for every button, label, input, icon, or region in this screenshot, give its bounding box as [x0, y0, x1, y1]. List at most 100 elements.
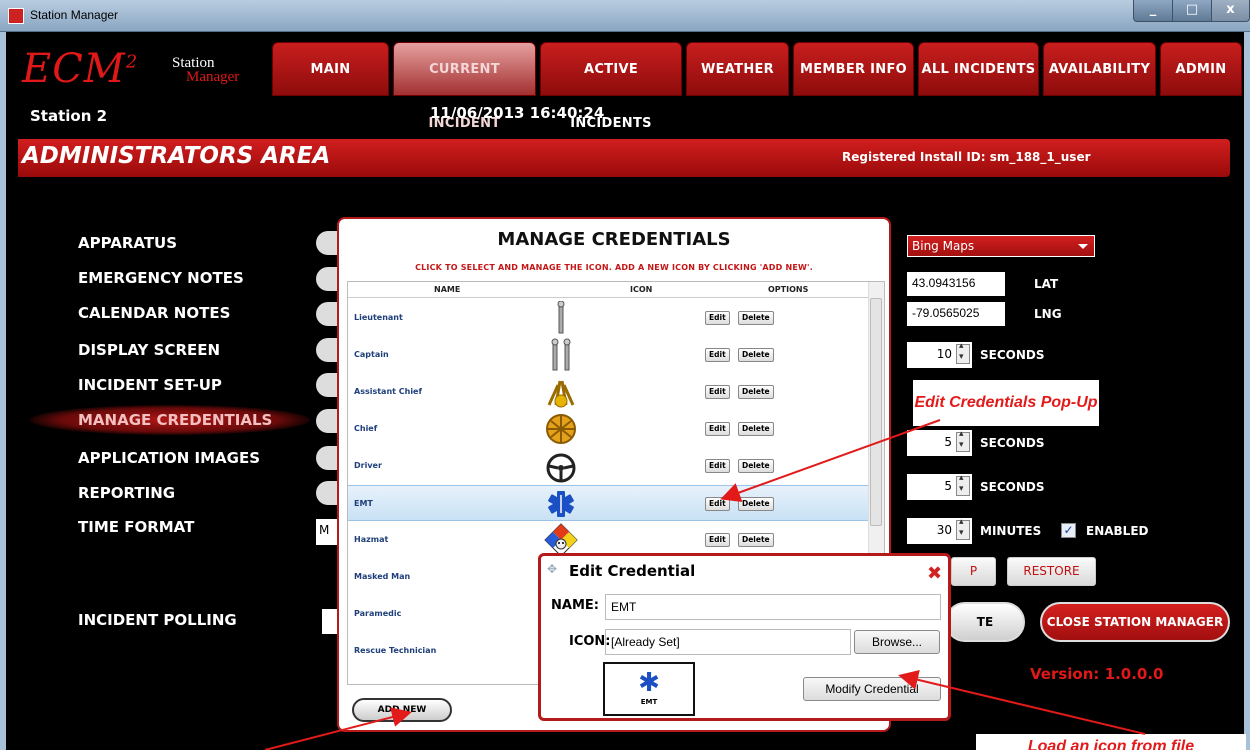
- icon-path-field[interactable]: [Already Set]: [605, 629, 851, 655]
- menu-emergency-notes[interactable]: EMERGENCY NOTES: [78, 269, 244, 287]
- maximize-button[interactable]: □: [1172, 0, 1212, 22]
- credential-name: EMT: [354, 499, 373, 508]
- menu-incident-setup[interactable]: INCIDENT SET-UP: [78, 376, 222, 394]
- credential-name: Masked Man: [354, 572, 411, 581]
- edit-button[interactable]: Edit: [705, 348, 730, 362]
- menu-display-screen[interactable]: DISPLAY SCREEN: [78, 341, 220, 359]
- stepper-arrows-icon[interactable]: [956, 473, 970, 496]
- menu-reporting[interactable]: REPORTING: [78, 484, 175, 502]
- current-datetime: 11/06/2013 16:40:24: [430, 104, 605, 122]
- table-row[interactable]: Lieutenant Edit Delete: [348, 300, 870, 336]
- star-of-life-icon: [548, 491, 574, 517]
- minutes-stepper[interactable]: 30: [907, 517, 972, 544]
- edit-button[interactable]: Edit: [705, 311, 730, 325]
- menu-time-format[interactable]: TIME FORMAT: [78, 518, 194, 536]
- column-options: OPTIONS: [768, 285, 809, 294]
- edit-button[interactable]: Edit: [705, 533, 730, 547]
- delete-button[interactable]: Delete: [738, 385, 774, 399]
- name-field[interactable]: EMT: [605, 594, 941, 620]
- two-bars-icon: [551, 338, 571, 371]
- credential-name: Lieutenant: [354, 313, 403, 322]
- modify-credential-button[interactable]: Modify Credential: [803, 677, 941, 701]
- enabled-checkbox[interactable]: ✓: [1061, 523, 1076, 538]
- menu-toggle-knob[interactable]: [316, 267, 338, 291]
- table-row[interactable]: Assistant Chief Edit Delete: [348, 374, 870, 410]
- delete-button[interactable]: Delete: [738, 533, 774, 547]
- edit-button[interactable]: Edit: [705, 459, 730, 473]
- tab-member-info[interactable]: MEMBER INFO: [793, 42, 914, 96]
- longitude-field[interactable]: -79.0565025: [907, 302, 1005, 326]
- close-window-button[interactable]: x: [1211, 0, 1250, 22]
- map-provider-select[interactable]: Bing Maps: [907, 235, 1095, 257]
- menu-toggle-knob[interactable]: [316, 231, 338, 255]
- edit-button[interactable]: Edit: [705, 385, 730, 399]
- title-bar: Station Manager _ □ x: [0, 0, 1250, 32]
- stepper-arrows-icon[interactable]: [956, 517, 970, 540]
- seconds-label: SECONDS: [980, 436, 1045, 450]
- table-row[interactable]: Driver Edit Delete: [348, 448, 870, 484]
- name-label: NAME:: [551, 598, 599, 613]
- menu-toggle-knob[interactable]: [316, 409, 338, 433]
- scrollbar-thumb[interactable]: [870, 298, 882, 526]
- menu-toggle-knob[interactable]: [316, 338, 338, 362]
- logo-text: ECM: [22, 46, 126, 92]
- browse-button[interactable]: Browse...: [854, 630, 940, 654]
- edit-button[interactable]: Edit: [705, 497, 730, 511]
- menu-toggle-knob[interactable]: [316, 446, 338, 470]
- move-handle-icon[interactable]: ✥: [547, 562, 557, 576]
- latitude-field[interactable]: 43.0943156: [907, 272, 1005, 296]
- credential-name: Paramedic: [354, 609, 402, 618]
- incident-polling-input[interactable]: [322, 609, 338, 634]
- close-station-manager-button[interactable]: CLOSE STATION MANAGER: [1040, 602, 1230, 642]
- menu-application-images[interactable]: APPLICATION IMAGES: [78, 449, 260, 467]
- five-horns-icon: [546, 414, 576, 444]
- restore-button[interactable]: RESTORE: [1007, 557, 1096, 586]
- tab-current-incident[interactable]: CURRENT INCIDENT: [393, 42, 536, 131]
- seconds-stepper[interactable]: 10: [907, 341, 972, 368]
- delete-button[interactable]: Delete: [738, 422, 774, 436]
- time-format-select[interactable]: M: [316, 519, 338, 545]
- table-row[interactable]: EMT Edit Delete: [348, 485, 870, 521]
- tab-availability[interactable]: AVAILABILITY: [1043, 42, 1156, 96]
- menu-apparatus[interactable]: APPARATUS: [78, 234, 177, 252]
- menu-toggle-knob[interactable]: [316, 373, 338, 397]
- edit-credential-popup: ✥ Edit Credential ✖ NAME: EMT ICON: [Alr…: [538, 553, 951, 721]
- stepper-arrows-icon[interactable]: [956, 429, 970, 452]
- stepper-arrows-icon[interactable]: [956, 341, 970, 364]
- close-icon[interactable]: ✖: [927, 563, 942, 584]
- backup-button[interactable]: P: [951, 557, 996, 586]
- station-name: Station 2: [30, 107, 108, 125]
- delete-button[interactable]: Delete: [738, 311, 774, 325]
- menu-toggle-knob[interactable]: [316, 481, 338, 505]
- seconds-stepper[interactable]: 5: [907, 429, 972, 456]
- seconds-label: SECONDS: [980, 348, 1045, 362]
- seconds-stepper[interactable]: 5: [907, 473, 972, 500]
- preview-caption: EMT: [640, 698, 658, 706]
- lat-label: LAT: [1034, 277, 1059, 291]
- chevron-down-icon: [1078, 244, 1088, 249]
- update-button[interactable]: TE: [945, 602, 1025, 642]
- menu-toggle-knob[interactable]: [316, 302, 338, 326]
- tab-main[interactable]: MAIN: [272, 42, 389, 96]
- tab-admin[interactable]: ADMIN: [1160, 42, 1242, 96]
- map-provider-value: Bing Maps: [912, 239, 975, 253]
- tab-weather[interactable]: WEATHER: [686, 42, 789, 96]
- table-row[interactable]: Chief Edit Delete: [348, 411, 870, 447]
- delete-button[interactable]: Delete: [738, 459, 774, 473]
- stepper-value: 30: [936, 523, 952, 537]
- hazmat-skull-icon: [544, 523, 578, 557]
- delete-button[interactable]: Delete: [738, 348, 774, 362]
- annotation-bottom-note: Load an icon from file: [976, 734, 1246, 750]
- menu-manage-credentials[interactable]: MANAGE CREDENTIALS: [78, 411, 272, 429]
- add-new-button[interactable]: ADD NEW: [352, 698, 452, 722]
- edit-button[interactable]: Edit: [705, 422, 730, 436]
- delete-button[interactable]: Delete: [738, 497, 774, 511]
- column-icon: ICON: [630, 285, 653, 294]
- table-row[interactable]: Captain Edit Delete: [348, 337, 870, 373]
- credential-name: Driver: [354, 461, 382, 470]
- minimize-button[interactable]: _: [1133, 0, 1173, 22]
- credential-name: Rescue Technician: [354, 646, 437, 655]
- menu-calendar-notes[interactable]: CALENDAR NOTES: [78, 304, 230, 322]
- tab-all-incidents[interactable]: ALL INCIDENTS: [918, 42, 1039, 96]
- tab-active-incidents[interactable]: ACTIVE INCIDENTS: [540, 42, 682, 131]
